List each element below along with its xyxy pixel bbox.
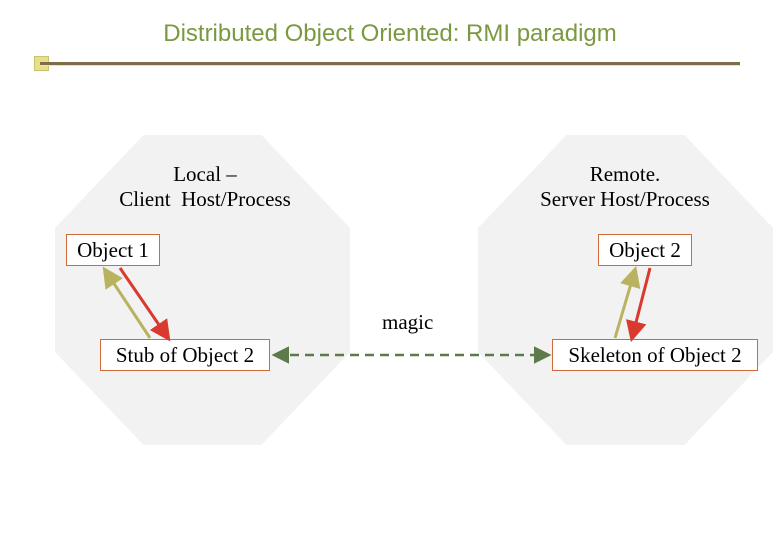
slide-title: Distributed Object Oriented: RMI paradig… [0, 20, 780, 48]
magic-label: magic [382, 310, 433, 335]
object2-box: Object 2 [598, 234, 692, 266]
skeleton-box: Skeleton of Object 2 [552, 339, 758, 371]
slide: Distributed Object Oriented: RMI paradig… [0, 0, 780, 540]
stub-box: Stub of Object 2 [100, 339, 270, 371]
local-host-label: Local – Client Host/Process [60, 162, 350, 212]
title-underline [40, 62, 740, 65]
object1-box: Object 1 [66, 234, 160, 266]
remote-host-label: Remote. Server Host/Process [480, 162, 770, 212]
